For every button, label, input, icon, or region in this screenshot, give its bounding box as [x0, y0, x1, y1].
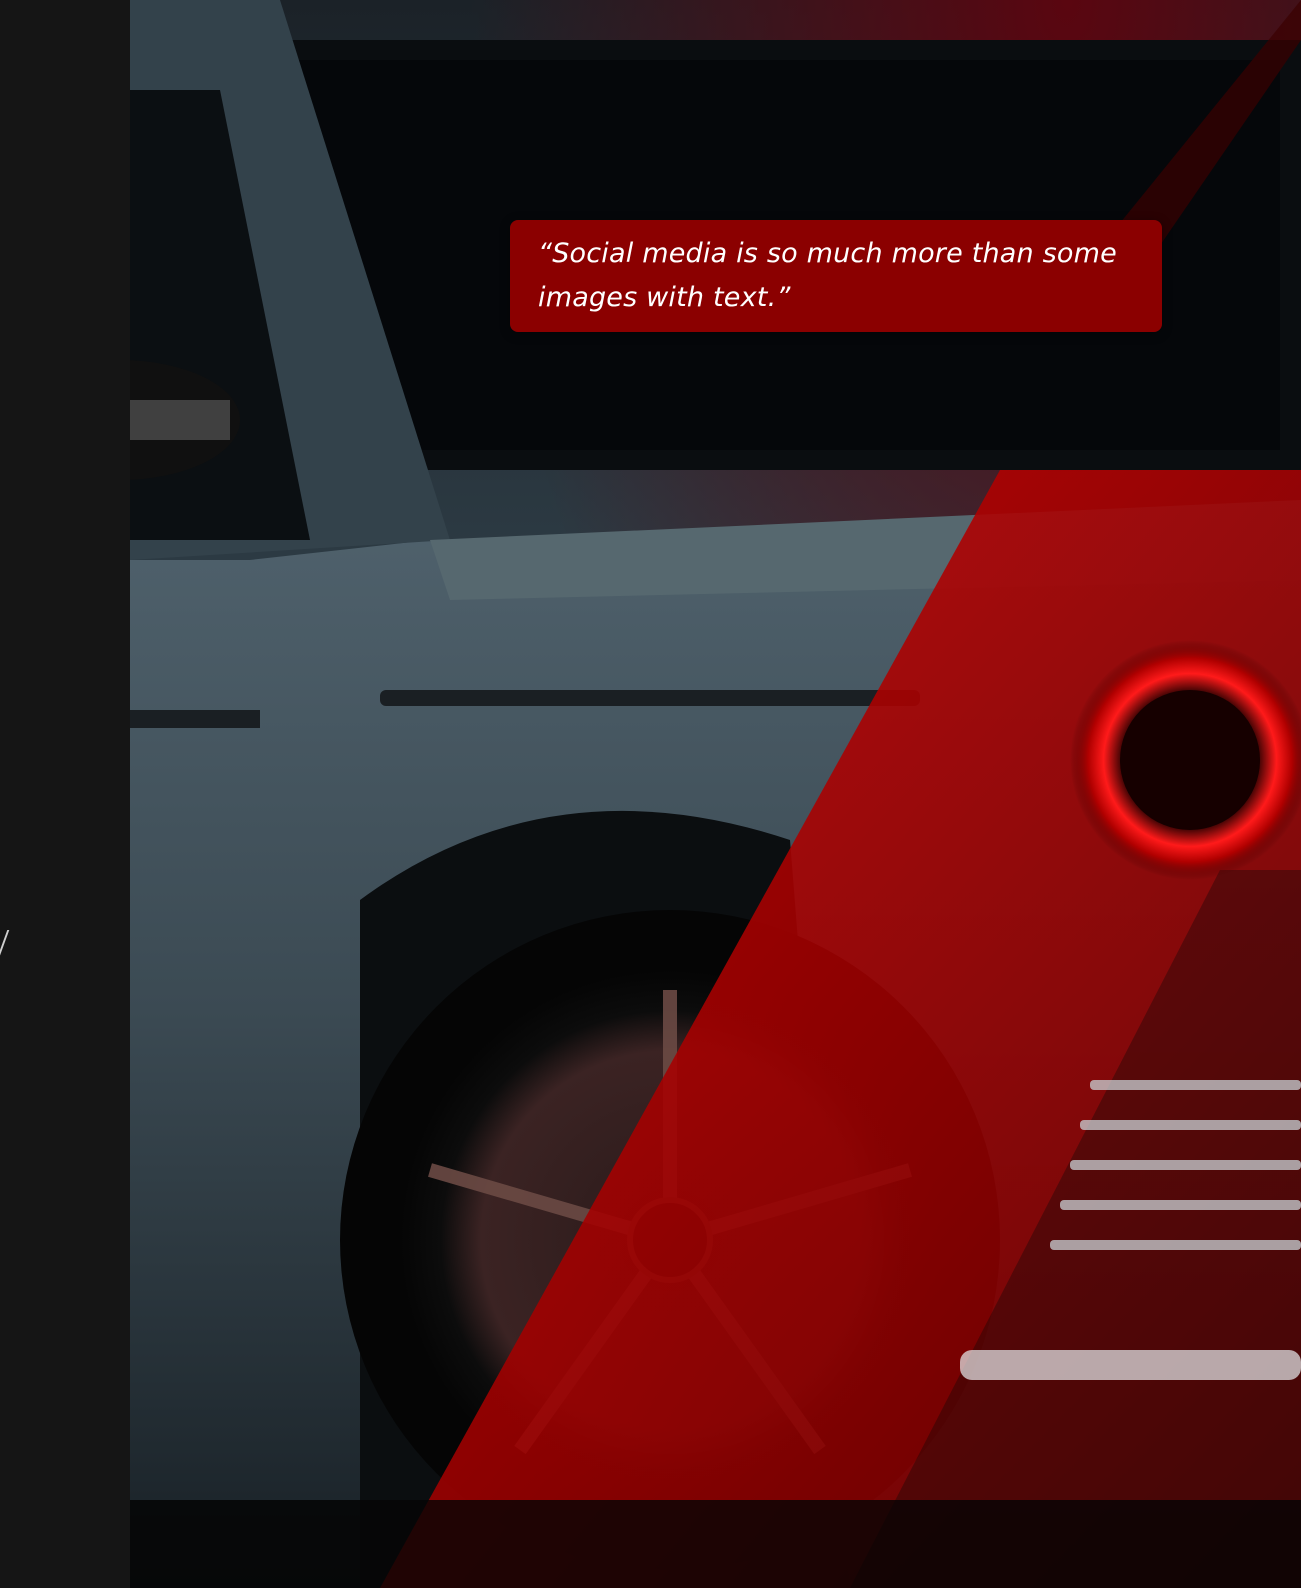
quote-card: “Social media is so much more than some …: [510, 220, 1162, 332]
left-panel: [0, 0, 130, 1588]
edge-accent: [0, 930, 16, 970]
page: “Social media is so much more than some …: [0, 0, 1301, 1588]
quote-text: “Social media is so much more than some …: [538, 238, 1117, 313]
